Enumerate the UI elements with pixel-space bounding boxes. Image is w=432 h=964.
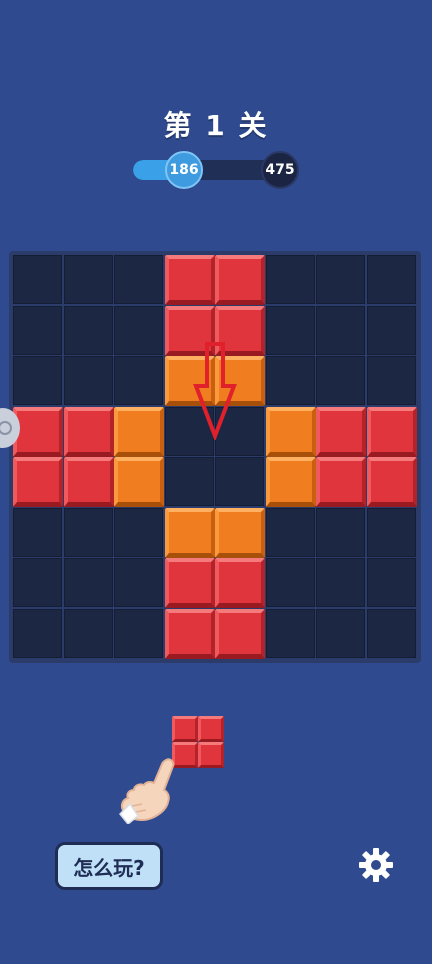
level-title: 第 1 关 — [163, 109, 269, 142]
board-cell[interactable] — [114, 558, 163, 607]
red-block — [164, 255, 215, 305]
red-block — [164, 558, 215, 608]
board-cell[interactable] — [316, 608, 365, 658]
piece-block — [172, 716, 198, 742]
board-cell[interactable] — [114, 305, 163, 355]
orange-block — [114, 406, 164, 457]
red-block — [215, 255, 265, 305]
board-cell[interactable] — [13, 507, 62, 557]
target-score-badge: 475 — [261, 151, 299, 189]
red-block — [13, 457, 63, 507]
game-board[interactable] — [9, 251, 421, 663]
board-cell[interactable] — [114, 356, 163, 405]
gear-icon[interactable] — [357, 846, 395, 884]
board-cell[interactable] — [316, 255, 365, 304]
orange-block — [215, 507, 265, 558]
board-cell[interactable] — [63, 305, 113, 355]
orange-block — [265, 457, 316, 507]
piece-block — [198, 742, 224, 768]
pointing-hand-icon — [118, 758, 175, 824]
down-arrow-icon — [193, 342, 237, 440]
board-cell[interactable] — [13, 255, 62, 304]
red-block — [366, 457, 417, 507]
red-block — [63, 406, 114, 457]
red-block — [316, 457, 366, 507]
board-cell[interactable] — [13, 356, 62, 405]
tool-icon — [0, 421, 12, 435]
board-cell[interactable] — [63, 356, 113, 405]
red-block — [63, 457, 114, 507]
board-cell[interactable] — [164, 457, 214, 506]
board-cell[interactable] — [316, 305, 365, 355]
orange-block — [265, 406, 316, 457]
board-cell[interactable] — [366, 356, 416, 405]
orange-block — [114, 457, 164, 507]
board-cell[interactable] — [265, 507, 315, 557]
board-cell[interactable] — [265, 305, 315, 355]
board-cell[interactable] — [366, 608, 416, 658]
board-cell[interactable] — [265, 356, 315, 405]
how-to-play-button[interactable]: 怎么玩? — [55, 842, 163, 890]
board-cell[interactable] — [13, 558, 62, 607]
board-cell[interactable] — [63, 255, 113, 304]
red-block — [316, 406, 366, 457]
board-cell[interactable] — [114, 507, 163, 557]
piece-block — [198, 716, 224, 742]
red-block — [215, 558, 265, 608]
board-cell[interactable] — [316, 558, 365, 607]
board-cell[interactable] — [366, 305, 416, 355]
current-score-badge: 186 — [165, 151, 203, 189]
board-cell[interactable] — [366, 255, 416, 304]
board-cell[interactable] — [265, 255, 315, 304]
red-block — [164, 608, 215, 659]
board-cell[interactable] — [215, 457, 264, 506]
red-block — [366, 406, 417, 457]
board-cell[interactable] — [63, 608, 113, 658]
board-cell[interactable] — [366, 507, 416, 557]
orange-block — [164, 507, 215, 558]
board-cell[interactable] — [63, 507, 113, 557]
red-block — [13, 406, 63, 457]
board-cell[interactable] — [114, 608, 163, 658]
board-cell[interactable] — [13, 608, 62, 658]
board-cell[interactable] — [316, 507, 365, 557]
board-cell[interactable] — [366, 558, 416, 607]
board-cell[interactable] — [265, 558, 315, 607]
board-cell[interactable] — [316, 356, 365, 405]
red-block — [215, 608, 265, 659]
board-cell[interactable] — [63, 558, 113, 607]
board-cell[interactable] — [13, 305, 62, 355]
board-cell[interactable] — [114, 255, 163, 304]
board-cell[interactable] — [265, 608, 315, 658]
